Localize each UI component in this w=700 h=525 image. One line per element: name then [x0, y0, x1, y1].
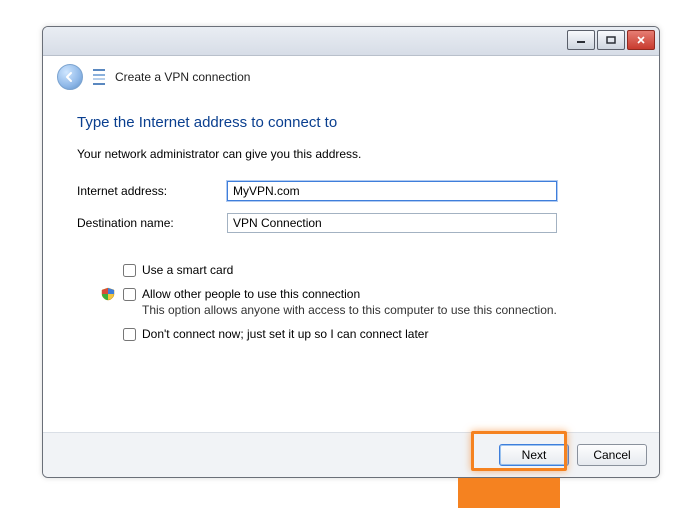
maximize-button[interactable] — [597, 30, 625, 50]
page-subtext: Your network administrator can give you … — [77, 147, 625, 161]
wizard-icon — [93, 69, 105, 85]
defer-label: Don't connect now; just set it up so I c… — [142, 327, 428, 341]
window-title: Create a VPN connection — [115, 70, 250, 84]
allow-others-label: Allow other people to use this connectio… — [142, 287, 557, 301]
cancel-button[interactable]: Cancel — [577, 444, 647, 466]
close-button[interactable] — [627, 30, 655, 50]
back-button[interactable] — [57, 64, 83, 90]
uac-shield-icon — [101, 287, 115, 301]
smartcard-label: Use a smart card — [142, 263, 233, 277]
destination-name-label: Destination name: — [77, 216, 227, 230]
page-heading: Type the Internet address to connect to — [77, 114, 625, 131]
internet-address-label: Internet address: — [77, 184, 227, 198]
smartcard-checkbox[interactable] — [123, 264, 136, 277]
allow-others-sub: This option allows anyone with access to… — [142, 303, 557, 317]
wizard-window: Create a VPN connection Type the Interne… — [42, 26, 660, 478]
titlebar — [43, 27, 659, 56]
destination-name-input[interactable] — [227, 213, 557, 233]
minimize-button[interactable] — [567, 30, 595, 50]
internet-address-input[interactable] — [227, 181, 557, 201]
allow-others-checkbox[interactable] — [123, 288, 136, 301]
orange-block — [458, 478, 560, 508]
next-button[interactable]: Next — [499, 444, 569, 466]
defer-checkbox[interactable] — [123, 328, 136, 341]
arrow-left-icon — [64, 71, 76, 83]
